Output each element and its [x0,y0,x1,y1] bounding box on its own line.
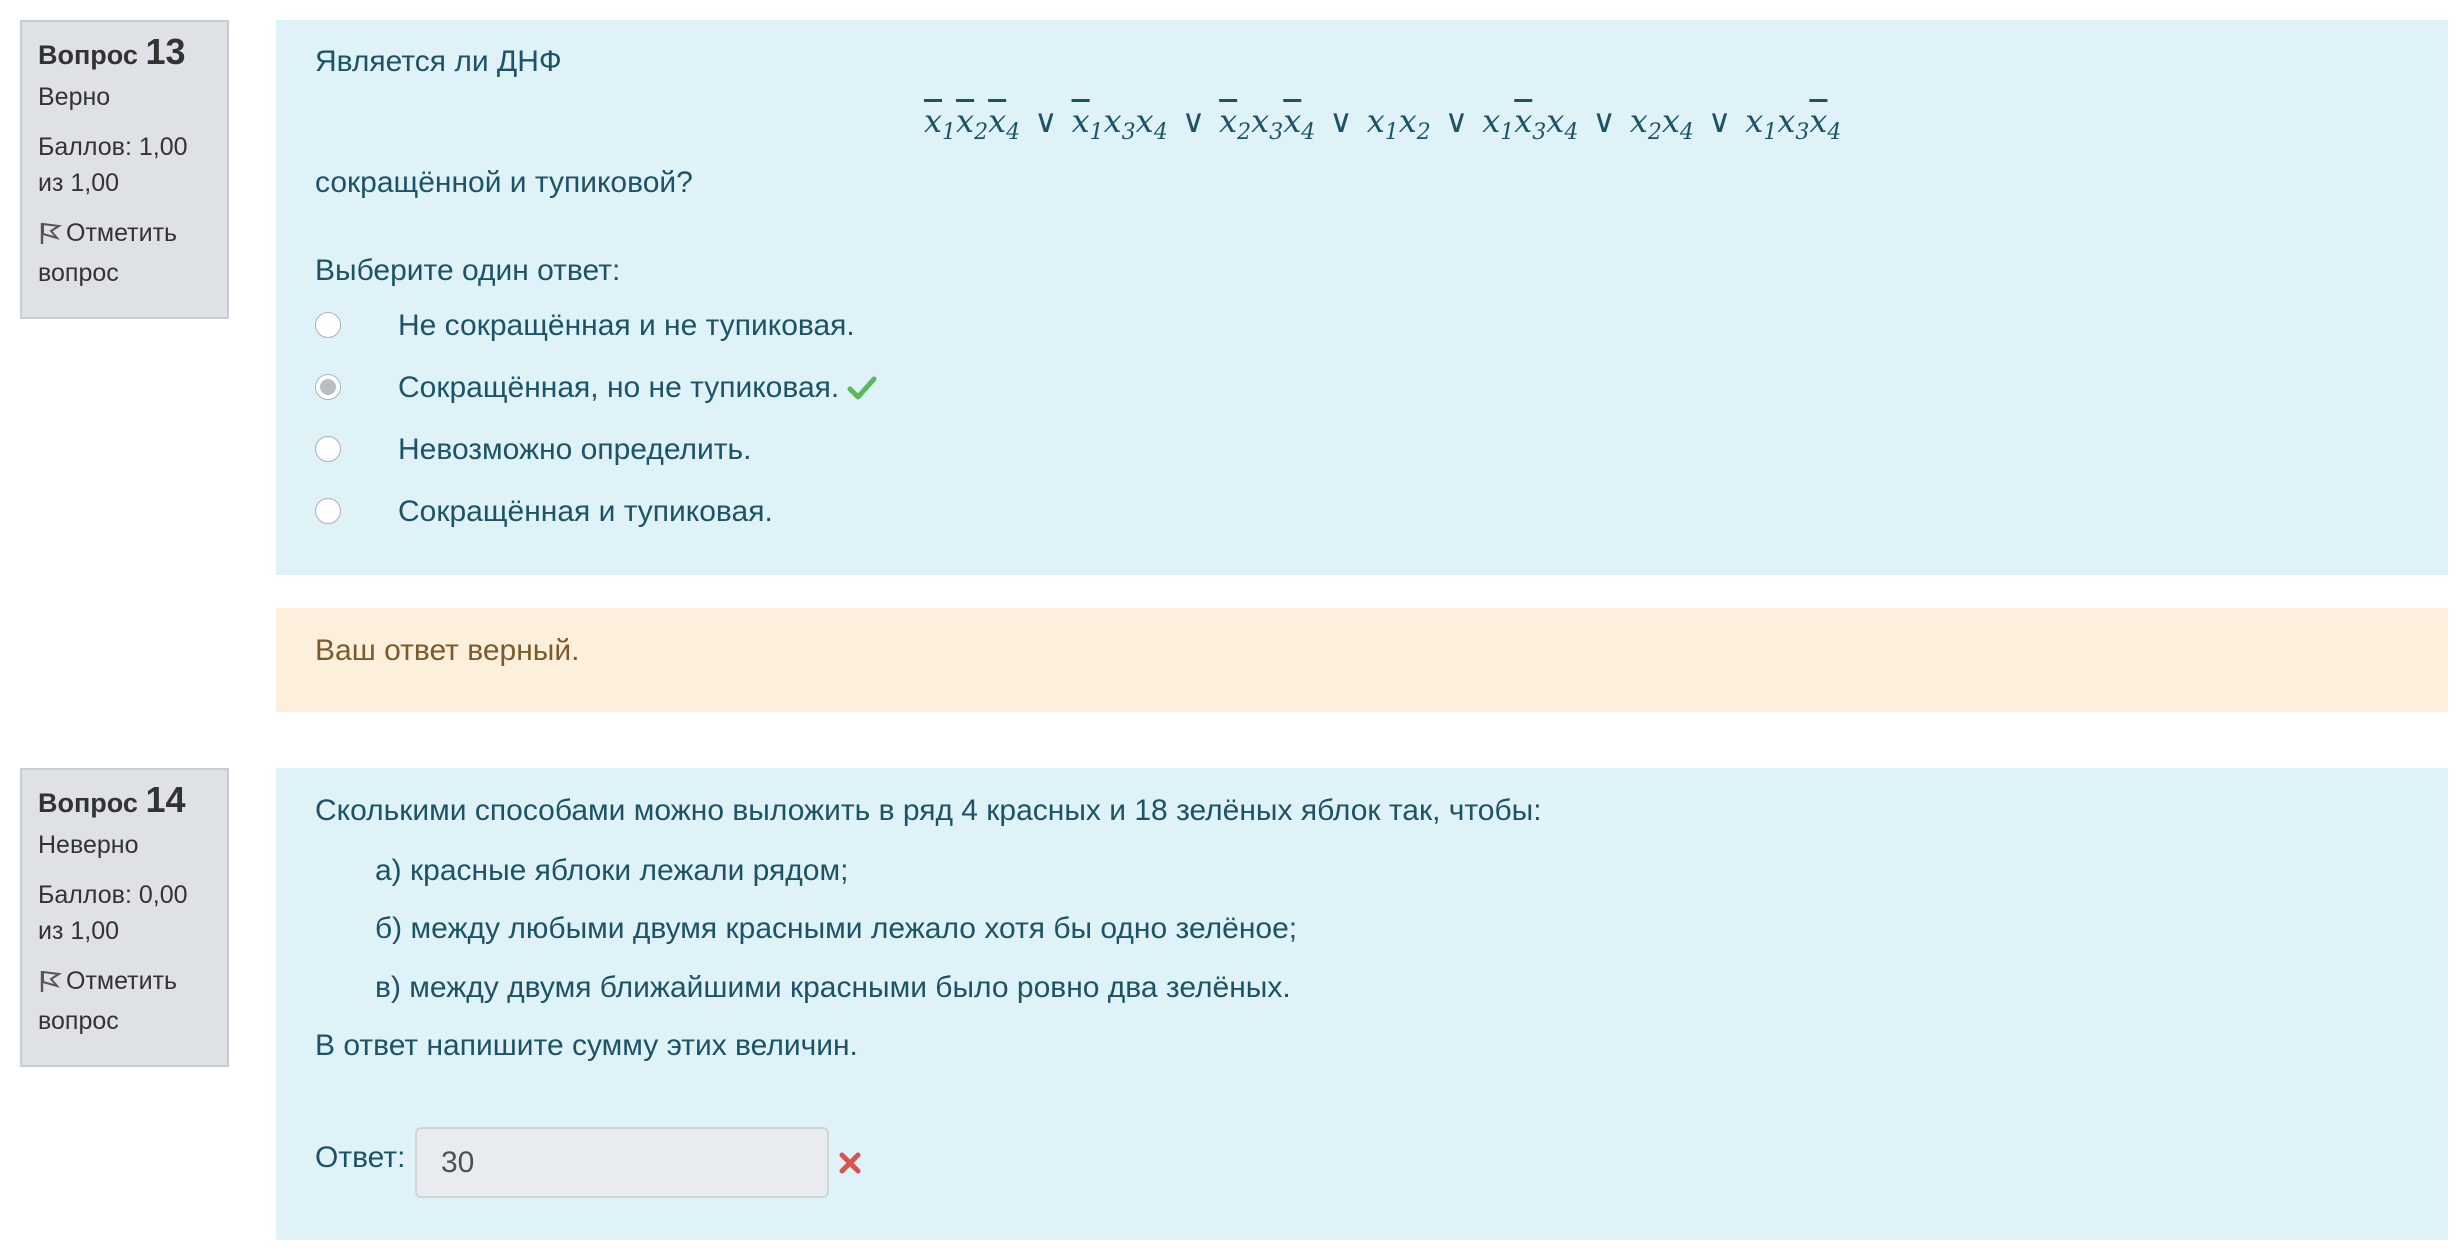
question-content: Является ли ДНФ x1x2x4 ∨ x1x3x4 ∨ x2x3x4 ∨ x1x… [276,20,2448,575]
question-text: Является ли ДНФ [315,45,562,78]
option-label[interactable]: Невозможно определить. [398,430,751,470]
question-grade: Баллов: 1,00 из 1,00 [38,133,188,197]
answer-input[interactable] [415,1127,829,1198]
flag-icon [38,967,62,1003]
question-state: Неверно [38,831,139,859]
flag-question-link[interactable]: Отметить вопрос [38,963,211,1039]
question-grade: Баллов: 0,00 из 1,00 [38,881,188,945]
check-icon [847,372,877,412]
feedback-text: Ваш ответ верный. [315,634,580,667]
question-number: Вопрос 14 [38,782,211,821]
option-label[interactable]: Не сокращённая и не тупиковая. [398,306,855,346]
flag-icon [38,219,62,255]
flag-question-link[interactable]: Отметить вопрос [38,215,211,291]
question-number: Вопрос 13 [38,34,211,73]
option-label[interactable]: Сокращённая, но не тупиковая. [398,368,877,412]
cross-icon [838,1149,862,1183]
question-info: Вопрос 13 Верно Баллов: 1,00 из 1,00 Отм… [20,20,229,319]
question-number-value: 14 [145,779,186,820]
question-state: Верно [38,83,111,111]
option-label[interactable]: Сокращённая и тупиковая. [398,492,773,532]
question-text-after: сокращённой и тупиковой? [315,166,693,199]
radio-button[interactable] [315,498,341,524]
dnf-formula: x1x2x4 ∨ x1x3x4 ∨ x2x3x4 ∨ x1x2 ∨ x1x3x4 ∨ x2x4 ∨ x1… [924,102,1842,145]
radio-button[interactable] [315,312,341,338]
list-item: б) между любыми двумя красными лежало хо… [375,912,1298,945]
option-label-text[interactable]: Сокращённая, но не тупиковая. [398,371,839,404]
question-content: Сколькими способами можно выложить в ряд… [276,768,2448,1240]
radio-button-checked[interactable] [315,374,341,400]
question-text: Сколькими способами можно выложить в ряд… [315,794,1542,827]
feedback-box: Ваш ответ верный. [276,608,2448,712]
question-label: Вопрос [38,40,138,70]
question-info: Вопрос 14 Неверно Баллов: 0,00 из 1,00 О… [20,768,229,1067]
list-item: в) между двумя ближайшими красными было … [375,971,1291,1004]
question-number-value: 13 [145,31,186,72]
list-item: а) красные яблоки лежали рядом; [375,854,849,887]
question-text-end: В ответ напишите сумму этих величин. [315,1029,858,1062]
answer-prompt: Выберите один ответ: [315,254,621,287]
question-label: Вопрос [38,788,138,818]
radio-button[interactable] [315,436,341,462]
answer-label: Ответ: [315,1141,406,1174]
